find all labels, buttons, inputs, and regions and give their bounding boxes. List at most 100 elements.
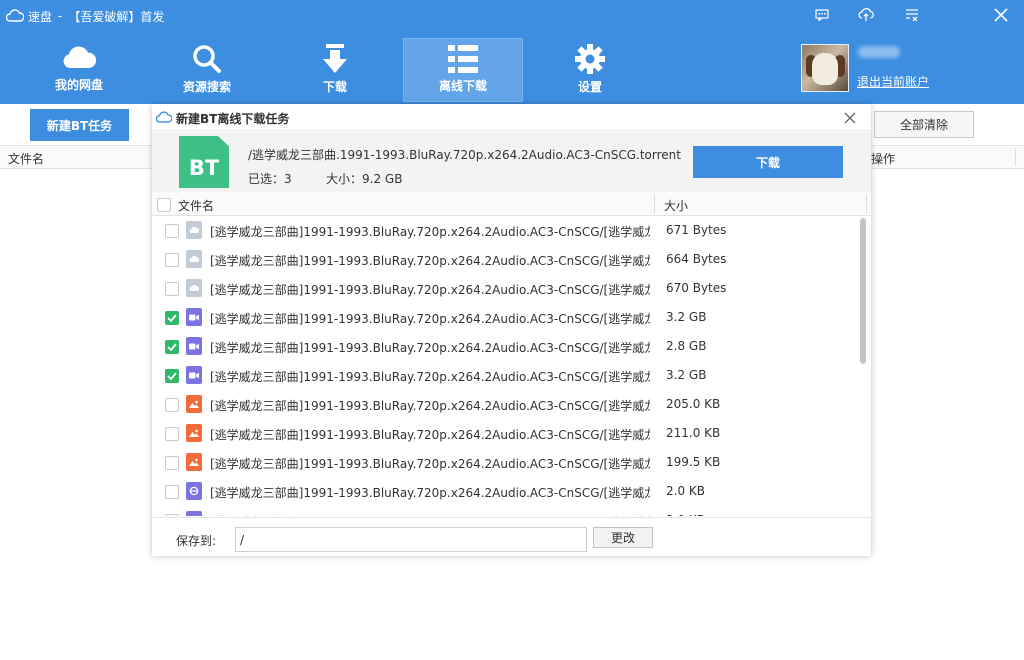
- image-file-icon: [186, 424, 202, 442]
- new-bt-task-button[interactable]: 新建BT任务: [30, 109, 129, 141]
- generic-file-icon: [186, 221, 202, 239]
- file-checkbox[interactable]: [165, 369, 179, 383]
- file-row[interactable]: [逃学威龙三部曲]1991-1993.BluRay.720p.x264.2Aud…: [152, 245, 858, 274]
- file-checkbox[interactable]: [165, 456, 179, 470]
- file-name: [逃学威龙三部曲]1991-1993.BluRay.720p.x264.2Aud…: [210, 486, 650, 500]
- file-checkbox[interactable]: [165, 282, 179, 296]
- download-arrow-icon: [323, 44, 347, 73]
- file-name: [逃学威龙三部曲]1991-1993.BluRay.720p.x264.2Aud…: [210, 225, 650, 239]
- cloud-icon: [63, 46, 96, 68]
- nav-label-my-drive: 我的网盘: [54, 78, 103, 92]
- change-path-button[interactable]: 更改: [593, 527, 653, 548]
- dialog-title: 新建BT离线下载任务: [176, 112, 290, 126]
- bt-file-icon: BT: [179, 136, 229, 188]
- file-size: 671 Bytes: [666, 223, 727, 237]
- nav-offline-download[interactable]: 离线下载: [403, 38, 523, 102]
- file-row[interactable]: [逃学威龙三部曲]1991-1993.BluRay.720p.x264.2Aud…: [152, 448, 858, 477]
- file-name: [逃学威龙三部曲]1991-1993.BluRay.720p.x264.2Aud…: [210, 457, 650, 471]
- file-name: [逃学威龙三部曲]1991-1993.BluRay.720p.x264.2Aud…: [210, 254, 650, 268]
- check-icon: [167, 314, 177, 322]
- nav-label-settings: 设置: [577, 80, 602, 94]
- cloud-logo-icon: [156, 111, 172, 123]
- column-action: 操作: [871, 152, 896, 166]
- list-icon: [448, 45, 478, 73]
- nav-my-drive[interactable]: 我的网盘: [19, 38, 139, 102]
- file-checkbox[interactable]: [165, 224, 179, 238]
- file-size: 211.0 KB: [666, 426, 721, 440]
- nav-resource-search[interactable]: 资源搜索: [147, 38, 267, 102]
- torrent-name: /逃学威龙三部曲.1991-1993.BluRay.720p.x264.2Aud…: [248, 148, 681, 162]
- close-icon[interactable]: [989, 4, 1013, 26]
- logout-link[interactable]: 退出当前账户: [857, 73, 929, 90]
- check-icon: [167, 343, 177, 351]
- file-name: [逃学威龙三部曲]1991-1993.BluRay.720p.x264.2Aud…: [210, 341, 650, 355]
- column-filename: 文件名: [178, 199, 215, 213]
- file-name: [逃学威龙三部曲]1991-1993.BluRay.720p.x264.2Aud…: [210, 513, 650, 516]
- file-name: [逃学威龙三部曲]1991-1993.BluRay.720p.x264.2Aud…: [210, 428, 650, 442]
- file-size: 664 Bytes: [666, 252, 727, 266]
- file-size: 3.2 GB: [666, 310, 707, 324]
- file-list-header: 文件名 大小: [152, 192, 871, 216]
- file-checkbox[interactable]: [165, 485, 179, 499]
- check-icon: [167, 372, 177, 380]
- file-row[interactable]: [逃学威龙三部曲]1991-1993.BluRay.720p.x264.2Aud…: [152, 303, 858, 332]
- select-all-checkbox[interactable]: [157, 198, 171, 212]
- file-row[interactable]: [逃学威龙三部曲]1991-1993.BluRay.720p.x264.2Aud…: [152, 477, 858, 506]
- nav-label-resource-search: 资源搜索: [182, 80, 231, 94]
- column-divider: [1015, 148, 1016, 166]
- download-button[interactable]: 下载: [693, 146, 843, 178]
- file-size: 205.0 KB: [666, 397, 721, 411]
- gear-icon: [575, 44, 605, 74]
- save-location-bar: 保存到: 更改: [152, 517, 871, 556]
- column-divider: [866, 195, 867, 213]
- file-name: [逃学威龙三部曲]1991-1993.BluRay.720p.x264.2Aud…: [210, 283, 650, 297]
- save-path-input[interactable]: [235, 527, 587, 552]
- skin-icon[interactable]: [854, 4, 878, 26]
- web-file-icon: [186, 482, 202, 500]
- nav-download[interactable]: 下载: [275, 38, 395, 102]
- file-checkbox[interactable]: [165, 311, 179, 325]
- file-row[interactable]: [逃学威龙三部曲]1991-1993.BluRay.720p.x264.2Aud…: [152, 390, 858, 419]
- file-row[interactable]: [逃学威龙三部曲]1991-1993.BluRay.720p.x264.2Aud…: [152, 419, 858, 448]
- avatar[interactable]: [801, 44, 849, 92]
- file-name: [逃学威龙三部曲]1991-1993.BluRay.720p.x264.2Aud…: [210, 312, 650, 326]
- feedback-icon[interactable]: [810, 4, 834, 26]
- torrent-summary: BT /逃学威龙三部曲.1991-1993.BluRay.720p.x264.2…: [152, 132, 871, 192]
- video-file-icon: [186, 337, 202, 355]
- file-row[interactable]: [逃学威龙三部曲]1991-1993.BluRay.720p.x264.2Aud…: [152, 506, 858, 516]
- file-size: 2.8 GB: [666, 339, 707, 353]
- generic-file-icon: [186, 250, 202, 268]
- clear-all-button[interactable]: 全部清除: [874, 111, 974, 138]
- file-checkbox[interactable]: [165, 427, 179, 441]
- avatar-dog-face: [812, 53, 838, 85]
- settings-list-icon[interactable]: [900, 4, 924, 26]
- video-file-icon: [186, 308, 202, 326]
- generic-file-icon: [186, 279, 202, 297]
- selected-count: 已选：3: [248, 172, 292, 186]
- web-file-icon: [186, 511, 202, 516]
- title-separator: -: [58, 9, 63, 23]
- file-checkbox[interactable]: [165, 514, 179, 516]
- image-file-icon: [186, 395, 202, 413]
- file-checkbox[interactable]: [165, 253, 179, 267]
- file-row[interactable]: [逃学威龙三部曲]1991-1993.BluRay.720p.x264.2Aud…: [152, 216, 858, 245]
- file-row[interactable]: [逃学威龙三部曲]1991-1993.BluRay.720p.x264.2Aud…: [152, 361, 858, 390]
- file-size: 2.0 KB: [666, 484, 705, 498]
- top-bar: 速盘 - 【吾爱破解】首发 我的网盘 资源搜索 下载 离线下载 设置 退出当前账…: [0, 0, 1024, 104]
- file-name: [逃学威龙三部曲]1991-1993.BluRay.720p.x264.2Aud…: [210, 370, 650, 384]
- file-checkbox[interactable]: [165, 340, 179, 354]
- file-size: 199.5 KB: [666, 455, 721, 469]
- file-list-scrollbar[interactable]: [860, 218, 866, 364]
- file-row[interactable]: [逃学威龙三部曲]1991-1993.BluRay.720p.x264.2Aud…: [152, 274, 858, 303]
- dialog-close-icon[interactable]: [840, 108, 860, 128]
- app-subtitle: 【吾爱破解】首发: [68, 9, 165, 24]
- cloud-logo-icon: [6, 9, 24, 22]
- file-size: 670 Bytes: [666, 281, 727, 295]
- column-size: 大小: [664, 199, 689, 213]
- file-checkbox[interactable]: [165, 398, 179, 412]
- nav-settings[interactable]: 设置: [530, 38, 650, 102]
- file-list[interactable]: [逃学威龙三部曲]1991-1993.BluRay.720p.x264.2Aud…: [152, 216, 871, 516]
- bt-badge-text: BT: [188, 156, 220, 180]
- save-to-label: 保存到:: [176, 534, 217, 548]
- file-row[interactable]: [逃学威龙三部曲]1991-1993.BluRay.720p.x264.2Aud…: [152, 332, 858, 361]
